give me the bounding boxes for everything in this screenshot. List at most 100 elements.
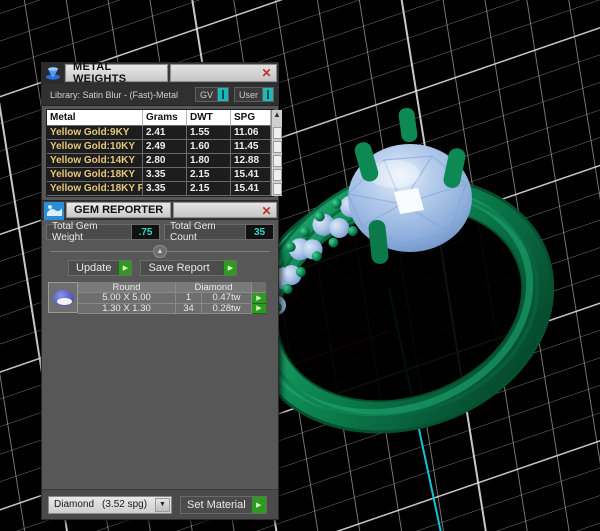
scroll-up-icon[interactable]: ▲ xyxy=(273,110,281,120)
metal-weights-titlebar-filler: ✕ xyxy=(170,64,277,82)
metal-weights-table[interactable]: Metal Grams DWT SPG ▲ Yellow Gold:9KY 2.… xyxy=(46,109,282,197)
cell-metal: Yellow Gold:18KY xyxy=(47,168,143,182)
scroll-track[interactable] xyxy=(271,168,282,182)
gem-reporter-title: GEM REPORTER xyxy=(66,202,171,218)
gem-report-glyph xyxy=(44,202,64,220)
cell-dwt: 1.60 xyxy=(187,140,231,154)
total-gem-count[interactable]: Total Gem Count 35 xyxy=(164,221,274,243)
scroll-thumb[interactable] xyxy=(272,127,282,139)
toggle-gv[interactable]: GV xyxy=(194,87,229,102)
cell-metal: Yellow Gold:14KY xyxy=(47,154,143,168)
collapse-toggle-icon[interactable]: ▲ xyxy=(153,245,167,258)
chevron-down-icon[interactable]: ▼ xyxy=(155,497,170,512)
material-footer: Diamond (3.52 spg) ▼ Set Material ▶ xyxy=(42,489,278,519)
play-arrow-icon[interactable]: ▶ xyxy=(118,261,132,275)
cell-grams: 2.80 xyxy=(143,154,187,168)
col-cut: Round xyxy=(78,282,176,293)
gem-preview-thumbnail[interactable] xyxy=(48,282,78,313)
cell-spg: 11.06 xyxy=(231,126,271,140)
play-arrow-icon[interactable]: ▶ xyxy=(251,496,266,513)
cell-grams: 2.41 xyxy=(143,126,187,140)
ring-svg xyxy=(250,107,555,434)
table-row[interactable]: Yellow Gold:18KY R... 3.35 2.15 15.41 xyxy=(47,182,282,196)
gem-reporter-titlebar[interactable]: GEM REPORTER ✕ xyxy=(42,200,278,220)
set-material-button[interactable]: Set Material ▶ xyxy=(180,495,267,514)
cell-dwt: 2.15 xyxy=(187,168,231,182)
cell-gem-count: 1 xyxy=(176,293,202,304)
update-button-label: Update xyxy=(76,262,112,274)
cell-metal: Yellow Gold:10KY xyxy=(47,140,143,154)
cell-gem-size: 5.00 X 5.00 xyxy=(78,293,176,304)
cell-dwt: 1.80 xyxy=(187,154,231,168)
scroll-track[interactable] xyxy=(271,182,282,196)
total-gem-weight[interactable]: Total Gem Weight .75 xyxy=(46,221,161,243)
table-row[interactable]: 1.30 X 1.30 34 0.28tw ▶ xyxy=(78,303,272,314)
library-label: Library: Satin Blur - (Fast)-Metal xyxy=(50,89,179,100)
material-select[interactable]: Diamond (3.52 spg) ▼ xyxy=(48,495,172,514)
gem-table-columns: Round Diamond 5.00 X 5.00 1 0.47tw ▶ 1.3… xyxy=(78,282,272,314)
cell-spg: 15.41 xyxy=(231,182,271,196)
toggle-user-label: User xyxy=(238,89,258,100)
toggle-user-led[interactable] xyxy=(262,88,273,101)
gem-header-spacer xyxy=(252,282,266,293)
close-icon[interactable]: ✕ xyxy=(260,205,273,218)
gem-report-table[interactable]: Round Diamond 5.00 X 5.00 1 0.47tw ▶ 1.3… xyxy=(48,282,272,314)
play-arrow-icon[interactable]: ▶ xyxy=(252,293,266,304)
toggle-gv-led[interactable] xyxy=(216,88,228,101)
col-metal: Metal xyxy=(47,110,143,126)
play-arrow-icon[interactable]: ▶ xyxy=(252,303,266,314)
col-spg: SPG xyxy=(231,110,271,126)
metal-table-scrollbar[interactable]: ▲ xyxy=(271,110,282,126)
col-grams: Grams xyxy=(143,110,187,126)
scroll-track[interactable] xyxy=(271,140,282,154)
set-material-button-label: Set Material xyxy=(187,498,246,511)
table-row[interactable]: Yellow Gold:14KY 2.80 1.80 12.88 xyxy=(47,154,282,168)
table-row[interactable]: Yellow Gold:9KY 2.41 1.55 11.06 xyxy=(47,126,282,140)
cell-grams: 2.49 xyxy=(143,140,187,154)
cell-gem-size: 1.30 X 1.30 xyxy=(78,303,176,314)
scroll-track[interactable] xyxy=(271,154,282,168)
cone-funnel-icon xyxy=(42,63,64,83)
cell-gem-tw: 0.28tw xyxy=(202,303,252,314)
cell-gem-count: 34 xyxy=(176,303,202,314)
section-separator: ▲ xyxy=(50,244,270,258)
cell-grams: 3.35 xyxy=(143,182,187,196)
scroll-thumb[interactable] xyxy=(272,183,282,195)
scroll-thumb[interactable] xyxy=(272,141,282,153)
cell-spg: 11.45 xyxy=(231,140,271,154)
update-button[interactable]: Update ▶ xyxy=(68,260,133,276)
metal-table-header: Metal Grams DWT SPG ▲ xyxy=(47,110,282,126)
total-gem-count-label: Total Gem Count xyxy=(170,221,216,243)
toggle-user[interactable]: User xyxy=(233,87,274,102)
library-bar: Library: Satin Blur - (Fast)-Metal GV Us… xyxy=(42,84,278,106)
save-report-button[interactable]: Save Report ▶ xyxy=(140,260,238,276)
close-icon[interactable]: ✕ xyxy=(260,67,273,80)
ring-model[interactable] xyxy=(250,70,600,470)
metal-weights-titlebar[interactable]: METAL WEIGHTS ✕ xyxy=(42,61,278,85)
gem-totals: Total Gem Weight .75 Total Gem Count 35 xyxy=(42,220,278,243)
cell-metal: Yellow Gold:18KY R... xyxy=(47,182,143,196)
app-root: METAL WEIGHTS ✕ Library: Satin Blur - (F… xyxy=(0,0,600,531)
table-row[interactable]: 5.00 X 5.00 1 0.47tw ▶ xyxy=(78,293,272,304)
col-dwt: DWT xyxy=(187,110,231,126)
gem-table-header: Round Diamond xyxy=(78,282,272,293)
table-row[interactable]: Yellow Gold:18KY 3.35 2.15 15.41 xyxy=(47,168,282,182)
cell-dwt: 1.55 xyxy=(187,126,231,140)
table-row[interactable]: Yellow Gold:10KY 2.49 1.60 11.45 xyxy=(47,140,282,154)
cell-spg: 12.88 xyxy=(231,154,271,168)
scroll-track[interactable] xyxy=(271,126,282,140)
toggle-gv-label: GV xyxy=(199,89,213,100)
metal-weights-title: METAL WEIGHTS xyxy=(65,61,169,85)
material-select-spg: (3.52 spg) xyxy=(102,499,148,510)
cone-funnel-glyph xyxy=(46,67,60,80)
cell-grams: 3.35 xyxy=(143,168,187,182)
total-gem-weight-value: .75 xyxy=(131,225,160,239)
save-report-button-label: Save Report xyxy=(148,262,210,274)
play-arrow-icon[interactable]: ▶ xyxy=(223,261,237,275)
gem-report-icon xyxy=(44,202,64,220)
gem-shape-icon xyxy=(53,290,74,306)
scroll-thumb[interactable] xyxy=(272,155,282,167)
scroll-thumb[interactable] xyxy=(272,169,282,181)
cell-dwt: 2.15 xyxy=(187,182,231,196)
gem-action-buttons: Update ▶ Save Report ▶ xyxy=(42,258,278,280)
